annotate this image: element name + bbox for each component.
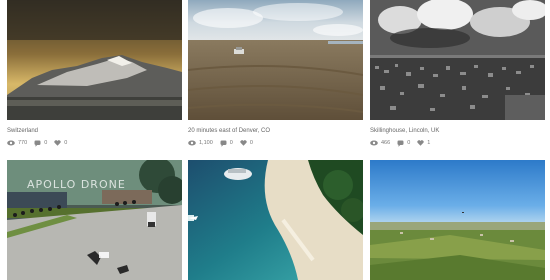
heart-icon bbox=[54, 140, 61, 146]
photo-caption[interactable]: Switzerland bbox=[7, 127, 182, 135]
likes-count: 0 bbox=[249, 140, 253, 146]
overlay-title: APOLLO DRONE bbox=[27, 178, 126, 191]
comment-icon bbox=[397, 140, 404, 147]
photo-thumbnail[interactable] bbox=[188, 0, 363, 120]
eye-icon bbox=[7, 140, 15, 146]
comments-count: 0 bbox=[229, 140, 233, 146]
comment-icon bbox=[220, 140, 227, 147]
comments-count: 0 bbox=[407, 140, 411, 146]
photo-stats: 466 0 1 bbox=[370, 139, 545, 147]
photo-thumbnail[interactable] bbox=[7, 0, 182, 120]
photo-stats: 770 0 0 bbox=[7, 139, 182, 147]
comments-count: 0 bbox=[44, 140, 48, 146]
photo-card: APOLLO DRONE bbox=[7, 160, 182, 280]
photo-card bbox=[370, 160, 545, 280]
likes-stat[interactable]: 1 bbox=[417, 140, 430, 146]
photo-thumbnail[interactable]: APOLLO DRONE bbox=[7, 160, 182, 280]
photo-caption[interactable]: Skillinghouse, Lincoln, UK bbox=[370, 127, 545, 135]
views-stat: 770 bbox=[7, 140, 27, 146]
likes-stat[interactable]: 0 bbox=[240, 140, 253, 146]
eye-icon bbox=[370, 140, 378, 146]
photo-stats: 1,100 0 0 bbox=[188, 139, 363, 147]
photo-card: Skillinghouse, Lincoln, UK 466 0 1 bbox=[370, 0, 545, 147]
photo-thumbnail[interactable] bbox=[188, 160, 363, 280]
views-count: 770 bbox=[18, 140, 28, 146]
likes-stat[interactable]: 0 bbox=[54, 140, 67, 146]
likes-count: 0 bbox=[64, 140, 68, 146]
photo-thumbnail[interactable] bbox=[370, 0, 545, 120]
views-count: 466 bbox=[381, 140, 391, 146]
views-count: 1,100 bbox=[199, 140, 213, 146]
comment-icon bbox=[34, 140, 41, 147]
comments-stat: 0 bbox=[220, 140, 233, 147]
photo-card bbox=[188, 160, 363, 280]
heart-icon bbox=[417, 140, 424, 146]
comments-stat: 0 bbox=[34, 140, 47, 147]
views-stat: 466 bbox=[370, 140, 390, 146]
heart-icon bbox=[240, 140, 247, 146]
likes-count: 1 bbox=[427, 140, 431, 146]
photo-caption[interactable]: 20 minutes east of Denver, CO bbox=[188, 127, 363, 135]
photo-card: 20 minutes east of Denver, CO 1,100 0 0 bbox=[188, 0, 363, 147]
views-stat: 1,100 bbox=[188, 140, 213, 146]
comments-stat: 0 bbox=[397, 140, 410, 147]
photo-card: Switzerland 770 0 0 bbox=[7, 0, 182, 147]
eye-icon bbox=[188, 140, 196, 146]
photo-thumbnail[interactable] bbox=[370, 160, 545, 280]
